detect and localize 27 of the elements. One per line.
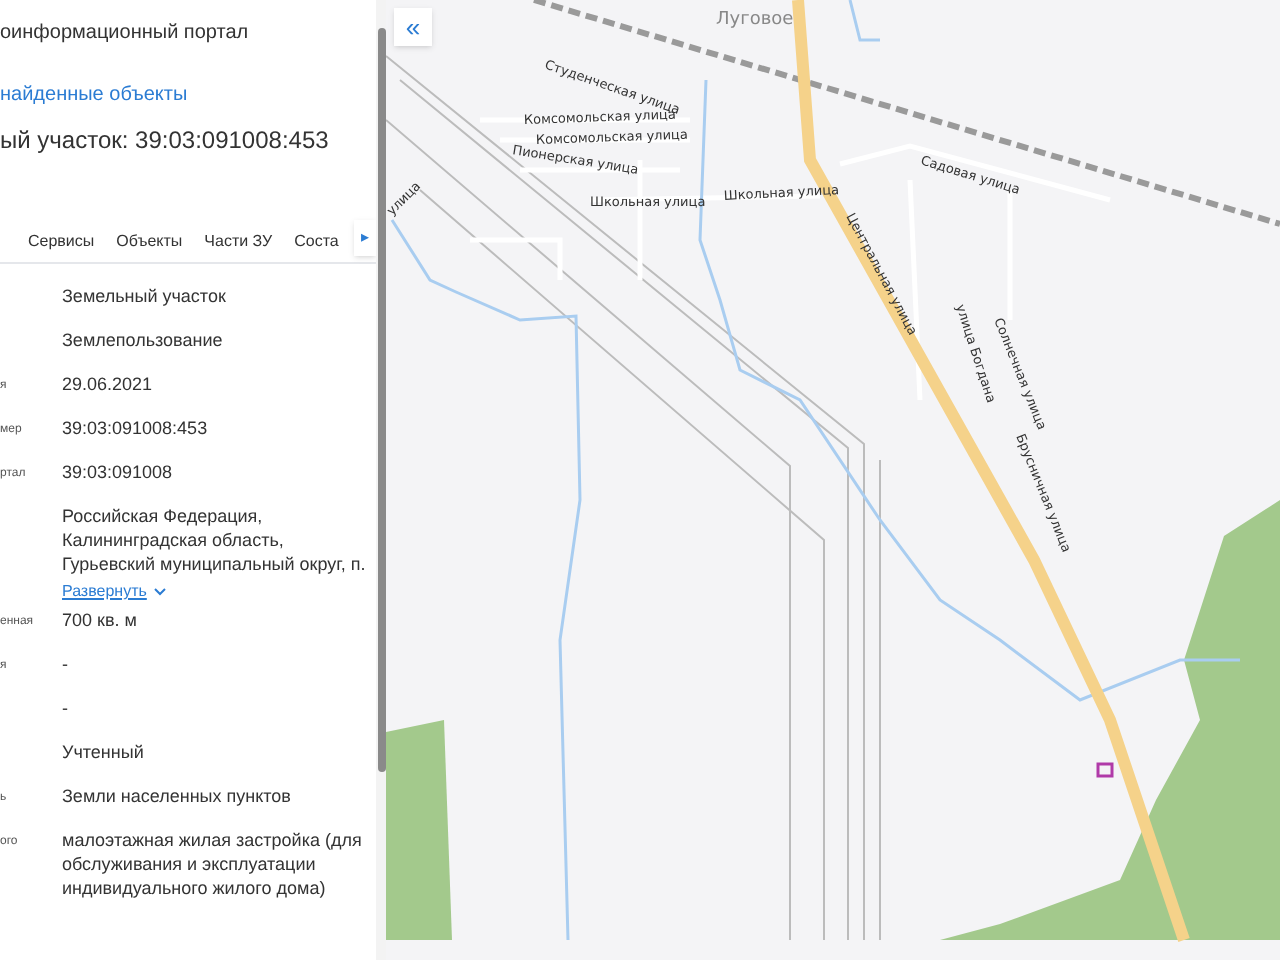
- place-label: Луговое: [716, 10, 794, 30]
- collapse-panel-button[interactable]: «: [394, 8, 432, 46]
- field-value: -: [62, 696, 70, 720]
- expand-link[interactable]: Развернуть: [62, 580, 147, 604]
- field-value: Учтенный: [62, 740, 146, 764]
- field-value: Землепользование: [62, 328, 225, 352]
- scrollbar[interactable]: [376, 0, 386, 960]
- found-objects-link[interactable]: найденные объекты: [0, 80, 376, 110]
- field-value: 700 кв. м: [62, 608, 139, 632]
- field-value: малоэтажная жилая застройка (для обслуживания и эксплуатации индивидуального жилого дома): [62, 828, 364, 900]
- tab[interactable]: Объекты: [116, 229, 183, 257]
- field-value: Земельный участок: [62, 284, 228, 308]
- portal-title: оинформационный портал: [0, 20, 251, 48]
- tab-scroll-button[interactable]: ▸: [354, 220, 376, 256]
- parcel-heading: ый участок: 39:03:091008:453: [0, 124, 331, 158]
- field-value: 29.06.2021: [62, 372, 155, 396]
- scrollbar-thumb[interactable]: [377, 28, 385, 772]
- field-value: 39:03:091008:453: [62, 416, 210, 440]
- field-value: -: [62, 652, 70, 676]
- field-value: Российская Федерация, Калининградская область, Гурьевский муниципальный округ, п.: [62, 504, 366, 576]
- tab[interactable]: Соста: [294, 229, 339, 257]
- tab[interactable]: Части ЗУ: [204, 229, 273, 257]
- parcel-marker: [1096, 762, 1114, 778]
- field-value: 39:03:091008: [62, 460, 175, 484]
- chevron-down-icon: [154, 588, 167, 596]
- tab[interactable]: Сервисы: [28, 229, 95, 257]
- field-value: Земли населенных пунктов: [62, 784, 293, 808]
